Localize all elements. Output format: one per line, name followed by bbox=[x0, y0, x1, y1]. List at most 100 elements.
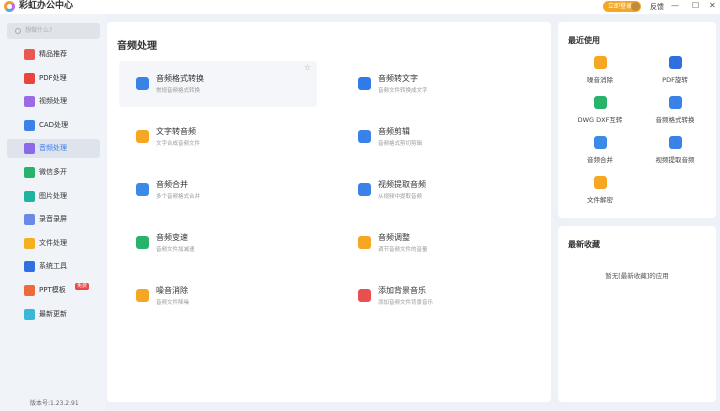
sidebar-item[interactable]: 录音录屏 bbox=[7, 210, 100, 229]
maximize-button[interactable]: ☐ bbox=[692, 1, 699, 10]
recent-item[interactable]: 音频格式转换 bbox=[640, 96, 710, 124]
recent-item-label: 音频格式转换 bbox=[655, 116, 695, 124]
tool-card[interactable]: 音频合并多个音频格式合并 bbox=[119, 167, 317, 213]
recent-item-icon bbox=[593, 176, 607, 189]
tool-icon bbox=[358, 77, 371, 90]
tool-title: 音频合并 bbox=[156, 180, 188, 189]
sidebar-item-label: 系统工具 bbox=[39, 262, 67, 271]
tool-card[interactable]: 文字转音频 文字合成音频文件 bbox=[119, 114, 317, 160]
sidebar-item[interactable]: 系统工具 bbox=[7, 257, 100, 276]
recent-item[interactable]: 音频合并 bbox=[565, 136, 635, 164]
main-panel: 音频处理 音频格式转换 常规音频格式转换 ☆ 音频转文字 音频文件转换成文字 文字转音频文… bbox=[107, 22, 551, 402]
sidebar-item-label: 音频处理 bbox=[39, 144, 67, 153]
recent-item-label: 文件解密 bbox=[587, 196, 613, 204]
login-button[interactable]: 立即登录 bbox=[603, 1, 641, 12]
tool-icon bbox=[136, 183, 149, 196]
tool-card[interactable]: 音频剪辑 音频格式剪切剪辑 bbox=[341, 114, 539, 160]
free-badge: 免费 bbox=[75, 283, 90, 290]
page-title: 音频处理 bbox=[117, 41, 157, 52]
search-input[interactable]: 想做什么? bbox=[7, 23, 100, 39]
app-title: 彩虹办公中心 bbox=[19, 1, 74, 11]
sidebar-item-label: PPT模板 bbox=[39, 286, 66, 294]
sidebar-item-icon bbox=[24, 119, 35, 131]
recent-item-icon bbox=[668, 56, 682, 69]
sidebar-item[interactable]: 图片处理 bbox=[7, 187, 100, 206]
sidebar-item-icon bbox=[24, 214, 35, 226]
sidebar-item-icon bbox=[24, 167, 35, 178]
sidebar-item[interactable]: 微信多开 bbox=[7, 163, 100, 182]
sidebar-item[interactable]: 视频处理 bbox=[7, 92, 100, 111]
tool-subtitle: 常规音频格式转换 bbox=[156, 88, 201, 94]
sidebar-item-label: 录音录屏 bbox=[39, 215, 67, 224]
sidebar: 想做什么? 精品推荐 PDF处理视频处理 CAD处理音频处理微信多开图片处理录音录屏… bbox=[0, 14, 106, 411]
tool-title: 音频格式转换 bbox=[156, 74, 204, 83]
sidebar-item-label: 精品推荐 bbox=[39, 50, 67, 58]
recent-item-label: 音频合并 bbox=[587, 156, 613, 164]
recent-item-label: DWG DXF互转 bbox=[577, 116, 623, 124]
tool-subtitle: 音频文件降噪 bbox=[156, 300, 190, 306]
tool-card[interactable]: 音频格式转换 常规音频格式转换 ☆ bbox=[119, 61, 317, 107]
sidebar-item-icon bbox=[24, 237, 35, 249]
recent-item-label: PDF旋转 bbox=[662, 76, 688, 84]
version-label: 版本号:1.23.2.91 bbox=[30, 400, 79, 407]
tool-subtitle: 调节音频文件的音量 bbox=[378, 247, 428, 253]
sidebar-item[interactable]: 最新更新 bbox=[7, 305, 100, 324]
recent-item[interactable]: 噪音消除 bbox=[565, 56, 635, 84]
tool-icon bbox=[358, 236, 371, 249]
recent-item-icon bbox=[668, 136, 682, 149]
feedback-link[interactable]: 反馈 bbox=[650, 2, 664, 12]
tool-card[interactable]: 音频转文字 音频文件转换成文字 bbox=[341, 61, 539, 107]
favorites-title: 最新收藏 bbox=[568, 240, 600, 249]
recent-item-label: 噪音消除 bbox=[587, 76, 613, 84]
tool-subtitle: 从视频中提取音频 bbox=[378, 194, 423, 200]
recent-item[interactable]: 文件解密 bbox=[565, 176, 635, 204]
tool-icon bbox=[358, 183, 371, 196]
tool-icon bbox=[358, 289, 371, 302]
sidebar-item-icon bbox=[24, 49, 35, 60]
sidebar-item[interactable]: 音频处理 bbox=[7, 139, 100, 159]
sidebar-item-label: 最新更新 bbox=[39, 309, 67, 318]
sidebar-item[interactable]: PDF处理 bbox=[7, 69, 100, 88]
recent-item-label: 视频提取音频 bbox=[655, 156, 695, 164]
favorite-star-icon[interactable]: ☆ bbox=[304, 63, 311, 72]
sidebar-item-label: 图片处理 bbox=[39, 191, 67, 200]
minimize-button[interactable]: — bbox=[671, 1, 679, 10]
tool-card[interactable]: 添加背景音乐 添加音频文件背景音乐 bbox=[341, 273, 539, 319]
recent-item-icon bbox=[593, 56, 607, 69]
sidebar-item[interactable]: PPT模板 免费 bbox=[7, 281, 100, 300]
favorites-empty: 暂无[最新收藏]的应用 bbox=[605, 272, 669, 280]
sidebar-item-label: 视频处理 bbox=[39, 97, 67, 106]
sidebar-item[interactable]: CAD处理 bbox=[7, 116, 100, 135]
recent-item[interactable]: 视频提取音频 bbox=[640, 136, 710, 164]
sidebar-item-label: 微信多开 bbox=[39, 168, 67, 176]
tool-card[interactable]: 噪音消除 音频文件降噪 bbox=[119, 273, 317, 319]
close-button[interactable]: ✕ bbox=[709, 1, 716, 10]
recent-item-icon bbox=[593, 136, 607, 149]
tool-card[interactable]: 视频提取音频 从视频中提取音频 bbox=[341, 167, 539, 213]
sidebar-item-icon bbox=[24, 143, 35, 155]
recent-item[interactable]: PDF旋转 bbox=[640, 56, 710, 84]
tool-icon bbox=[136, 289, 149, 302]
tool-subtitle: 多个音频格式合并 bbox=[156, 194, 201, 200]
tool-subtitle: 音频文件转换成文字 bbox=[378, 88, 428, 94]
sidebar-item[interactable]: 精品推荐 bbox=[7, 45, 100, 64]
sidebar-item-icon bbox=[24, 308, 35, 320]
tool-title: 音频变速 bbox=[156, 233, 188, 242]
sidebar-item-icon bbox=[24, 96, 35, 108]
title-bar: 彩虹办公中心 立即登录 反馈 — ☐ ✕ bbox=[0, 0, 720, 14]
recent-item[interactable]: DWG DXF互转 bbox=[565, 96, 635, 124]
tool-icon bbox=[136, 77, 149, 90]
tool-title: 音频调整 bbox=[378, 233, 410, 242]
recent-item-icon bbox=[593, 96, 607, 109]
tool-title: 文字转音频 bbox=[156, 127, 196, 136]
tool-card[interactable]: 音频调整调节音频文件的音量 bbox=[341, 220, 539, 266]
sidebar-item[interactable]: 文件处理 bbox=[7, 234, 100, 253]
tool-title: 添加背景音乐 bbox=[378, 286, 426, 295]
tool-card[interactable]: 音频变速 音频文件加减速 bbox=[119, 220, 317, 266]
tool-icon bbox=[136, 130, 149, 143]
sidebar-item-label: CAD处理 bbox=[39, 120, 69, 129]
tool-icon bbox=[358, 130, 371, 143]
login-label: 立即登录 bbox=[608, 3, 633, 10]
sidebar-item-label: PDF处理 bbox=[39, 73, 67, 82]
tool-title: 音频剪辑 bbox=[378, 127, 410, 136]
